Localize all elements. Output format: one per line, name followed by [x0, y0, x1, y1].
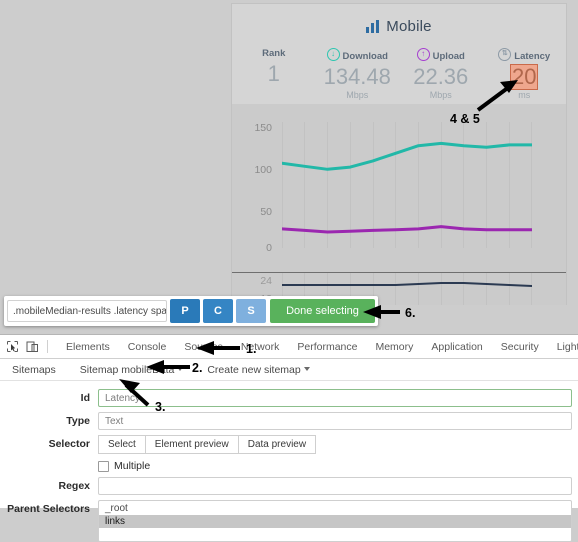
selector-parent-button[interactable]: P — [170, 299, 200, 323]
multiple-checkbox[interactable] — [98, 460, 109, 472]
upload-circle-icon: ↑ — [416, 48, 430, 61]
regex-label: Regex — [58, 480, 90, 492]
annotation-3: 3. — [155, 400, 166, 414]
chevron-down-icon — [177, 366, 184, 371]
devtools-panel: Elements Console Sources Network Perform… — [0, 334, 578, 542]
chart-ytick-50: 50 — [260, 206, 272, 218]
annotation-6: 6. — [405, 306, 416, 320]
multiple-checkbox-row[interactable]: Multiple — [98, 460, 572, 472]
parent-selector-option-links[interactable]: links — [99, 515, 571, 528]
stat-latency-value[interactable]: 20 — [483, 64, 567, 90]
subnav-sitemaps[interactable]: Sitemaps — [12, 364, 56, 376]
stat-latency-label: ⇅ Latency — [483, 48, 567, 62]
chevron-down-icon — [303, 366, 310, 371]
stat-upload-label: ↑ Upload — [399, 48, 483, 62]
selector-css-input[interactable]: .mobileMedian-results .latency span. — [7, 300, 167, 322]
tab-console[interactable]: Console — [119, 336, 176, 358]
stat-download-label: ↓ Download — [316, 48, 400, 62]
web-page-region: Mobile Rank 1 ↓ Download 134.48 Mbps ↑ Upl… — [0, 0, 578, 334]
form-row-selector: Selector Select Element preview Data pre… — [0, 435, 578, 472]
web-scraper-subnav: Sitemaps Sitemap mobileData Create new s… — [0, 359, 578, 381]
annotation-1: 1. — [246, 342, 257, 356]
form-row-regex: Regex — [0, 477, 578, 495]
selector-child-button[interactable]: C — [203, 299, 233, 323]
web-scraper-selector-toolbar[interactable]: .mobileMedian-results .latency span. P C… — [4, 296, 378, 326]
stat-rank: Rank 1 — [232, 48, 316, 100]
stat-upload-unit: Mbps — [429, 90, 452, 100]
card-title: Mobile — [232, 18, 566, 35]
tab-performance[interactable]: Performance — [288, 336, 366, 358]
stat-latency: ⇅ Latency 20 ms — [483, 48, 567, 100]
stat-upload-label-text: Upload — [432, 51, 465, 62]
id-label: Id — [80, 392, 90, 404]
stat-upload: ↑ Upload 22.36 Mbps — [399, 48, 483, 100]
download-circle-icon: ↓ — [326, 48, 340, 61]
chart-plot-area — [282, 122, 532, 248]
subnav-create-new-sitemap-label: Create new sitemap — [207, 363, 301, 376]
regex-input[interactable] — [98, 477, 572, 495]
card-header: Mobile Rank 1 ↓ Download 134.48 Mbps ↑ Upl… — [232, 4, 566, 105]
tab-network[interactable]: Network — [232, 336, 289, 358]
chart-lines — [282, 141, 532, 234]
stat-upload-value: 22.36 — [413, 64, 469, 89]
latency-chart-ytick-24: 24 — [260, 275, 272, 287]
selected-element-highlight[interactable]: 20 — [509, 64, 539, 90]
tab-application[interactable]: Application — [422, 336, 491, 358]
device-toolbar-icon[interactable] — [26, 340, 39, 353]
devtools-tool-icons — [0, 340, 57, 353]
type-label: Type — [66, 415, 90, 427]
stat-download: ↓ Download 134.48 Mbps — [316, 48, 400, 100]
speed-history-chart: 150 100 50 0 — [232, 104, 566, 272]
select-button[interactable]: Select — [98, 435, 146, 454]
element-preview-button[interactable]: Element preview — [144, 435, 239, 454]
subnav-sitemap-mobiledata[interactable]: Sitemap mobileData — [80, 364, 184, 376]
stats-row: Rank 1 ↓ Download 134.48 Mbps ↑ Upload 22.… — [232, 48, 566, 100]
parent-selectors-listbox[interactable]: _root links — [98, 500, 572, 542]
tab-elements[interactable]: Elements — [57, 336, 119, 358]
subnav-sitemaps-label: Sitemaps — [12, 363, 56, 376]
tab-sources[interactable]: Sources — [175, 336, 232, 358]
form-row-parent-selectors: Parent Selectors _root links — [0, 500, 578, 542]
annotation-2: 2. — [192, 361, 203, 375]
chart-ytick-0: 0 — [266, 242, 272, 254]
chart-ytick-100: 100 — [254, 164, 272, 176]
stat-download-unit: Mbps — [346, 90, 369, 100]
bar-chart-icon — [366, 20, 380, 33]
parent-selectors-label: Parent Selectors — [7, 503, 90, 515]
selector-sibling-button[interactable]: S — [236, 299, 266, 323]
subnav-sitemap-mobiledata-label: Sitemap mobileData — [79, 363, 175, 376]
data-preview-button[interactable]: Data preview — [237, 435, 317, 454]
stat-rank-value: 1 — [267, 61, 280, 86]
chart-ytick-150: 150 — [254, 122, 272, 134]
form-row-id: Id Latency — [0, 389, 578, 407]
selector-label: Selector — [48, 438, 90, 450]
speedtest-result-card: Mobile Rank 1 ↓ Download 134.48 Mbps ↑ Upl… — [232, 4, 566, 305]
devtools-tabbar: Elements Console Sources Network Perform… — [0, 335, 578, 359]
inspect-element-icon[interactable] — [6, 340, 19, 353]
selector-button-group: Select Element preview Data preview — [98, 435, 572, 454]
done-selecting-button[interactable]: Done selecting — [270, 299, 375, 323]
parent-selector-option-root[interactable]: _root — [99, 502, 571, 515]
subnav-create-new-sitemap[interactable]: Create new sitemap — [207, 363, 310, 376]
tab-security[interactable]: Security — [492, 336, 548, 358]
latency-circle-icon: ⇅ — [498, 48, 512, 61]
tab-memory[interactable]: Memory — [366, 336, 422, 358]
id-input[interactable]: Latency — [98, 389, 572, 407]
stat-download-value: 134.48 — [323, 64, 391, 89]
type-select[interactable]: Text — [98, 412, 572, 430]
annotation-4-and-5: 4 & 5 — [450, 112, 480, 126]
multiple-label: Multiple — [114, 460, 151, 472]
stat-latency-label-text: Latency — [514, 51, 551, 62]
card-title-text: Mobile — [386, 18, 432, 35]
selector-edit-form: Id Latency Type Text Selector Select Ele… — [0, 381, 578, 542]
stat-rank-label: Rank — [262, 48, 286, 59]
stat-download-label-text: Download — [342, 51, 388, 62]
stat-latency-unit: ms — [518, 90, 531, 100]
form-row-type: Type Text — [0, 412, 578, 430]
tab-lighthouse[interactable]: Lighthouse — [548, 336, 578, 358]
